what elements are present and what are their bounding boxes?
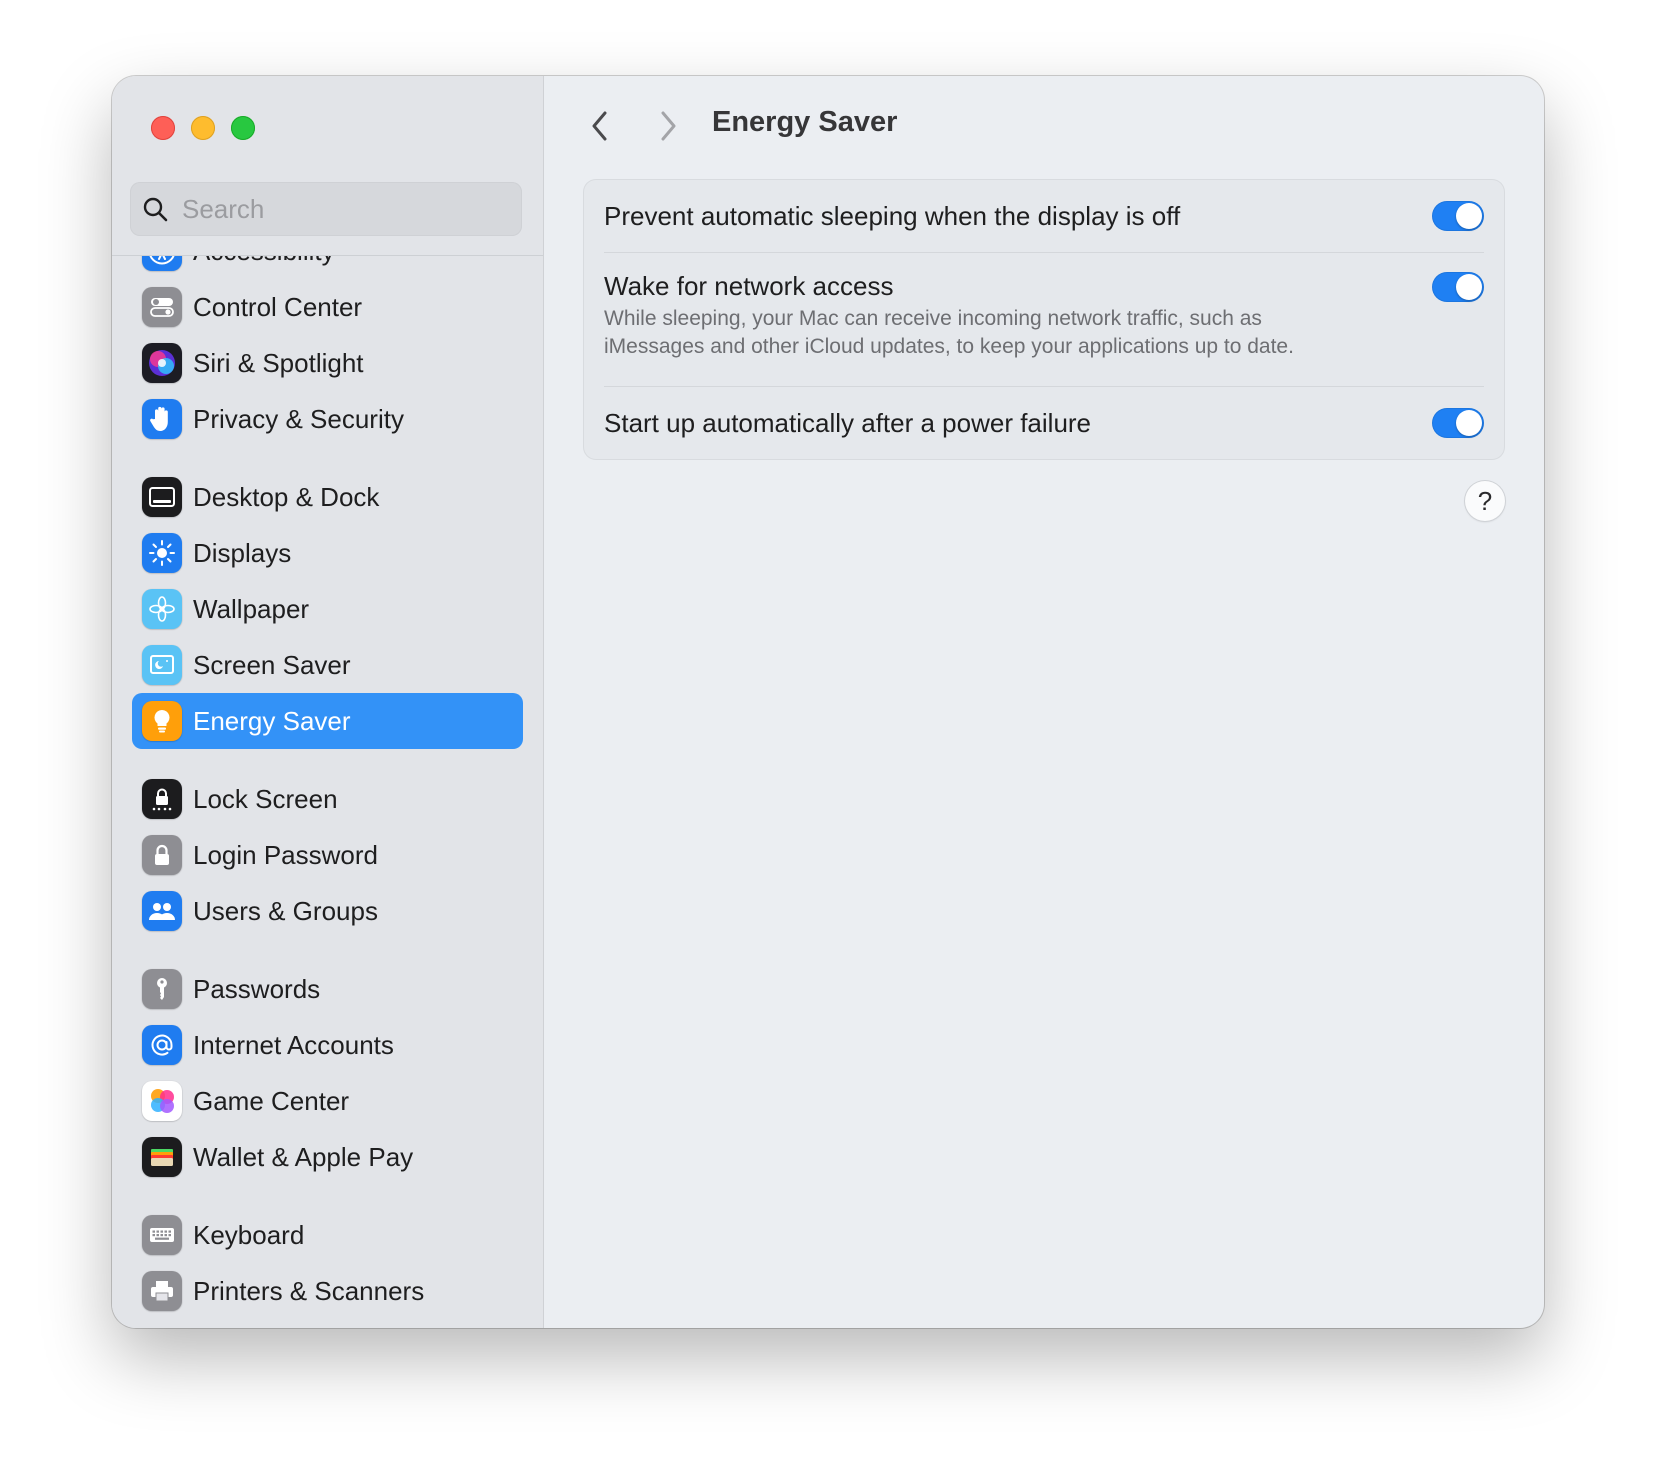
system-settings-window: Accessibility Control Center	[112, 76, 1544, 1328]
sidebar-item-label: Wallet & Apple Pay	[193, 1141, 414, 1172]
toggle-knob	[1456, 203, 1482, 229]
sidebar-item-label: Users & Groups	[193, 895, 378, 926]
sidebar-item-label: Energy Saver	[193, 705, 351, 736]
sidebar-item-siri-spotlight[interactable]: Siri & Spotlight	[132, 335, 523, 391]
search-input[interactable]	[180, 192, 504, 226]
sidebar-group: Passwords Internet Accounts Game Center …	[112, 961, 543, 1185]
lock-icon	[142, 835, 182, 875]
page-title: Energy Saver	[712, 106, 898, 138]
sidebar-group: Accessibility Control Center	[112, 256, 543, 447]
window-controls	[151, 116, 255, 140]
sidebar-item-label: Keyboard	[193, 1219, 305, 1250]
sidebar-item-passwords[interactable]: Passwords	[132, 961, 523, 1017]
sidebar-item-label: Siri & Spotlight	[193, 347, 364, 378]
settings-card: Prevent automatic sleeping when the disp…	[584, 180, 1504, 459]
sidebar-item-label: Control Center	[193, 291, 363, 322]
sidebar-item-login-password[interactable]: Login Password	[132, 827, 523, 883]
magnifying-glass-icon	[143, 197, 168, 222]
hand-icon	[142, 399, 182, 439]
game-center-icon	[142, 1081, 182, 1121]
sidebar-item-internet-accounts[interactable]: Internet Accounts	[132, 1017, 523, 1073]
search-field[interactable]	[130, 182, 522, 236]
sidebar-item-control-center[interactable]: Control Center	[132, 279, 523, 335]
sidebar-item-label: Privacy & Security	[193, 403, 404, 434]
sidebar-item-wallet-apple-pay[interactable]: Wallet & Apple Pay	[132, 1129, 523, 1185]
screen-saver-icon	[142, 645, 182, 685]
sidebar-item-screen-saver[interactable]: Screen Saver	[132, 637, 523, 693]
chevron-right-icon	[661, 111, 676, 141]
sidebar-item-label: Login Password	[193, 839, 378, 870]
sidebar-item-game-center[interactable]: Game Center	[132, 1073, 523, 1129]
lightbulb-icon	[142, 701, 182, 741]
lock-screen-icon	[142, 779, 182, 819]
sidebar-item-users-groups[interactable]: Users & Groups	[132, 883, 523, 939]
sun-icon	[142, 533, 182, 573]
setting-row-wake-network: Wake for network access While sleeping, …	[604, 253, 1484, 386]
setting-description-line: iMessages and other iCloud updates, to k…	[604, 335, 1294, 358]
question-mark-icon: ?	[1477, 485, 1493, 516]
sidebar: Accessibility Control Center	[112, 76, 544, 1328]
control-center-icon	[142, 287, 182, 327]
help-button[interactable]: ?	[1465, 481, 1505, 521]
users-icon	[142, 891, 182, 931]
back-button[interactable]	[584, 108, 616, 144]
sidebar-item-label: Internet Accounts	[193, 1029, 394, 1060]
chevron-left-icon	[592, 111, 607, 141]
setting-row-startup-power-failure: Start up automatically after a power fai…	[604, 387, 1484, 459]
minimize-window-button[interactable]	[191, 116, 215, 140]
sidebar-group: Desktop & Dock Displays Wallpaper Screen…	[112, 469, 543, 749]
setting-title: Prevent automatic sleeping when the disp…	[604, 201, 1181, 231]
accessibility-icon	[142, 256, 182, 271]
sidebar-item-label: Accessibility	[193, 256, 335, 267]
setting-title: Wake for network access	[604, 271, 894, 301]
sidebar-item-privacy-security[interactable]: Privacy & Security	[132, 391, 523, 447]
sidebar-item-label: Desktop & Dock	[193, 481, 380, 512]
sidebar-item-wallpaper[interactable]: Wallpaper	[132, 581, 523, 637]
wallet-icon	[142, 1137, 182, 1177]
forward-button[interactable]	[652, 108, 684, 144]
content-pane: Energy Saver Prevent automatic sleeping …	[544, 76, 1544, 1328]
wake-network-toggle[interactable]	[1432, 272, 1484, 302]
sidebar-list[interactable]: Accessibility Control Center	[112, 256, 543, 1328]
at-sign-icon	[142, 1025, 182, 1065]
sidebar-item-label: Game Center	[193, 1085, 350, 1116]
sidebar-item-keyboard[interactable]: Keyboard	[132, 1207, 523, 1263]
dock-icon	[142, 477, 182, 517]
flower-icon	[142, 589, 182, 629]
prevent-sleep-toggle[interactable]	[1432, 201, 1484, 231]
sidebar-item-printers-scanners[interactable]: Printers & Scanners	[132, 1263, 523, 1319]
toggle-knob	[1456, 410, 1482, 436]
sidebar-item-label: Passwords	[193, 973, 321, 1004]
keyboard-icon	[142, 1215, 182, 1255]
setting-title: Start up automatically after a power fai…	[604, 408, 1092, 438]
printer-icon	[142, 1271, 182, 1311]
sidebar-item-energy-saver[interactable]: Energy Saver	[132, 693, 523, 749]
key-icon	[142, 969, 182, 1009]
sidebar-item-lock-screen[interactable]: Lock Screen	[132, 771, 523, 827]
sidebar-item-label: Screen Saver	[193, 649, 351, 680]
sidebar-item-desktop-dock[interactable]: Desktop & Dock	[132, 469, 523, 525]
toggle-knob	[1456, 274, 1482, 300]
sidebar-item-displays[interactable]: Displays	[132, 525, 523, 581]
zoom-window-button[interactable]	[231, 116, 255, 140]
siri-icon	[142, 343, 182, 383]
startup-power-failure-toggle[interactable]	[1432, 408, 1484, 438]
sidebar-item-label: Lock Screen	[193, 783, 338, 814]
sidebar-group: Lock Screen Login Password Users & Group…	[112, 771, 543, 939]
setting-row-prevent-sleep: Prevent automatic sleeping when the disp…	[604, 180, 1484, 252]
sidebar-item-label: Displays	[193, 537, 292, 568]
setting-description: While sleeping, your Mac can receive inc…	[604, 305, 1404, 361]
sidebar-item-accessibility[interactable]: Accessibility	[132, 256, 523, 279]
sidebar-item-label: Printers & Scanners	[193, 1275, 425, 1306]
sidebar-item-label: Wallpaper	[193, 593, 310, 624]
setting-description-line: While sleeping, your Mac can receive inc…	[604, 307, 1262, 330]
sidebar-group: Keyboard Printers & Scanners	[112, 1207, 543, 1319]
close-window-button[interactable]	[151, 116, 175, 140]
